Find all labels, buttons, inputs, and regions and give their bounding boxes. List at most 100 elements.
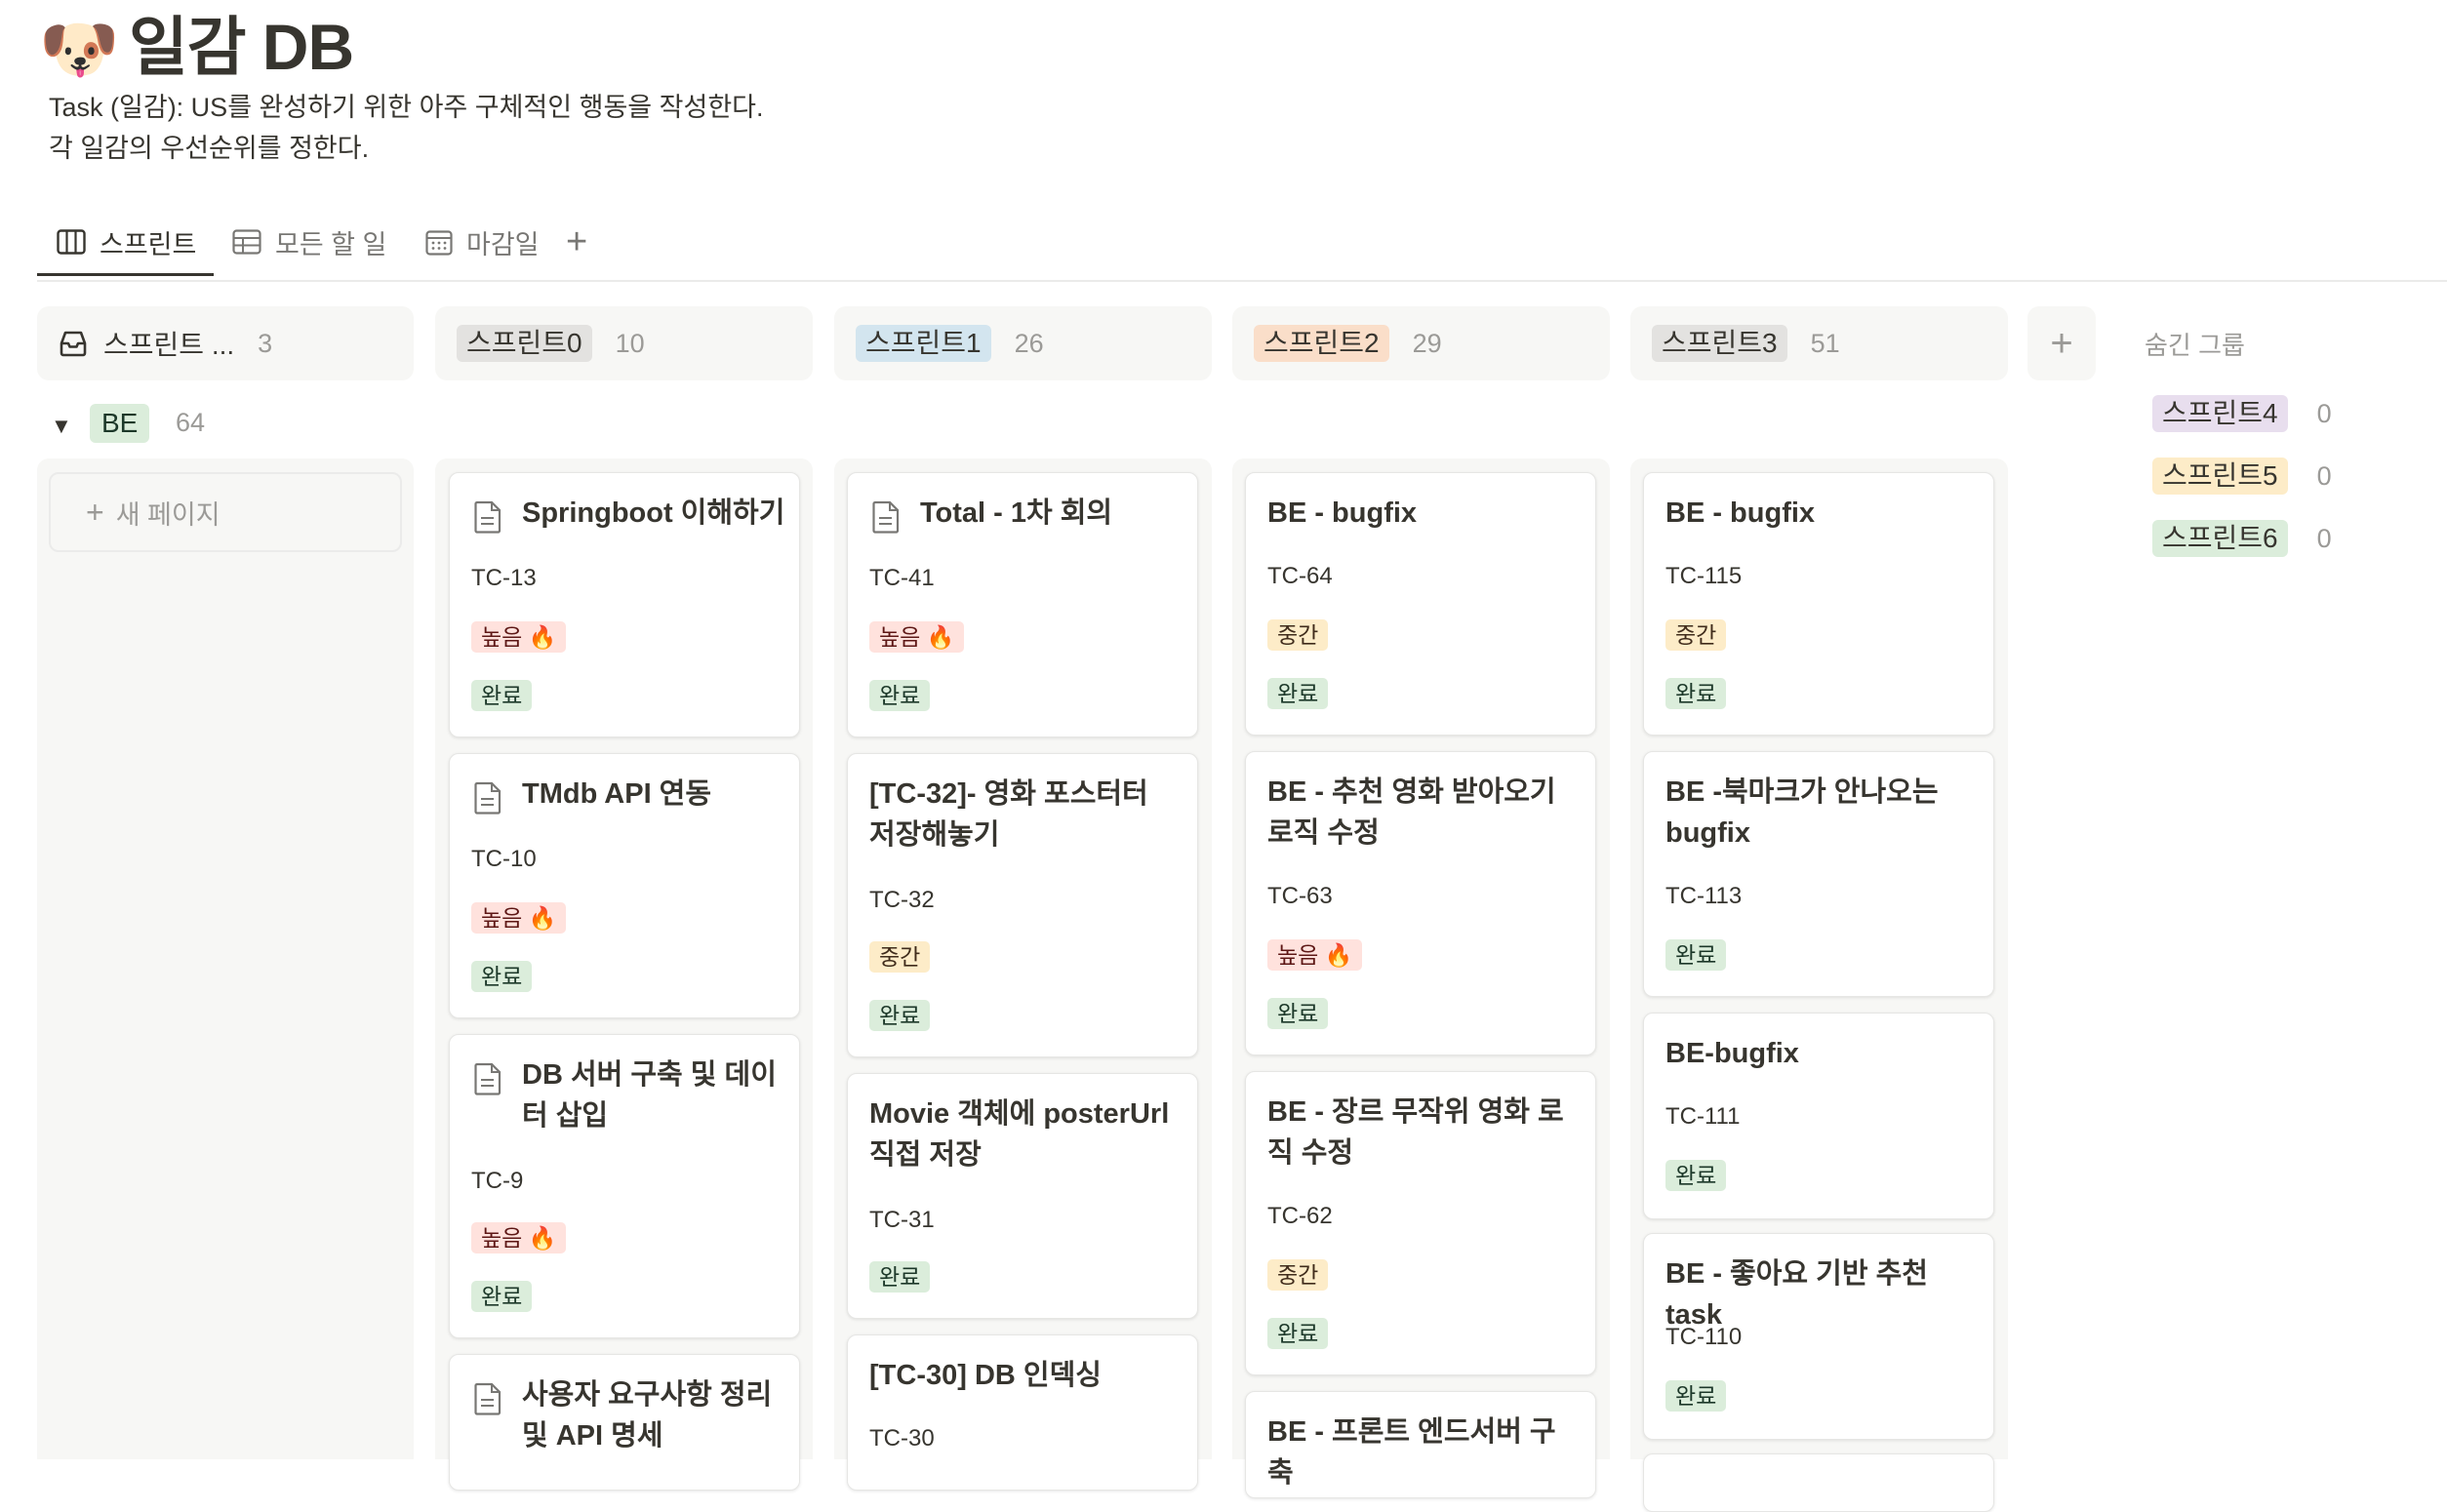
card-id: TC-31 [869,1207,935,1233]
table-icon [232,229,261,255]
column-label: 스프린트1 [856,325,991,362]
status-tag: 완료 [471,1281,533,1312]
priority-tag: 높음 🔥 [1267,939,1363,971]
priority-tag: 높음 🔥 [869,621,965,653]
status-tag: 완료 [869,1261,931,1293]
task-card[interactable]: 사용자 요구사항 정리 및 API 명세 [449,1354,800,1491]
add-group-button[interactable]: + [2027,306,2096,380]
task-card[interactable] [1643,1453,1994,1512]
hidden-group-sprint5[interactable]: 스프린트5 0 [2152,455,2332,497]
column-count: 26 [1014,328,1044,358]
card-id: TC-110 [1665,1324,1743,1350]
hidden-group-sprint4[interactable]: 스프린트4 0 [2152,392,2332,435]
card-id: TC-115 [1665,563,1743,589]
priority-tag: 중간 [1267,619,1329,651]
card-title: BE - 장르 무작위 영화 로직 수정 [1267,1096,1564,1169]
task-card[interactable]: BE - bugfix TC-64 중간 완료 [1245,472,1596,736]
hidden-group-label: 스프린트4 [2152,395,2288,432]
tab-sprint[interactable]: 스프린트 [57,220,196,263]
task-card[interactable]: BE -북마크가 안나오는 bugfix TC-113 완료 [1643,751,1994,997]
card-title: [TC-32]- 영화 포스터터 저장해놓기 [869,778,1148,851]
priority-tag: 높음 🔥 [471,1222,567,1253]
tab-all-tasks[interactable]: 모든 할 일 [232,220,386,263]
active-tab-indicator [37,273,214,276]
column-count: 29 [1412,328,1442,358]
hidden-group-sprint6[interactable]: 스프린트6 0 [2152,517,2332,560]
new-page-button[interactable]: + 새 페이지 [49,472,402,552]
inbox-icon [60,331,87,357]
column-count: 10 [615,328,645,358]
card-id: TC-63 [1267,883,1333,909]
board-icon [57,229,86,255]
card-id: TC-113 [1665,883,1743,909]
card-title: BE - bugfix [1665,497,1816,529]
task-card[interactable]: BE - 추천 영화 받아오기 로직 수정 TC-63 높음 🔥 완료 [1245,751,1596,1055]
page-title: 일감 DB [129,11,354,83]
card-id: TC-111 [1665,1103,1741,1130]
status-tag: 완료 [1665,1380,1727,1412]
priority-tag: 중간 [1665,619,1727,651]
tab-label: 마감일 [466,229,540,259]
column-header-no-sprint[interactable]: 스프린트 ... 3 [37,306,414,380]
task-card[interactable]: Total - 1차 회의 TC-41 높음 🔥 완료 [847,472,1198,737]
column-header-sprint3[interactable]: 스프린트3 51 [1630,306,2008,380]
card-title: BE - 추천 영화 받아오기 로직 수정 [1267,776,1556,849]
status-tag: 완료 [1665,1160,1727,1191]
column-label: 스프린트3 [1652,325,1787,362]
priority-tag: 높음 🔥 [471,902,567,934]
column-label: 스프린트2 [1254,325,1389,362]
page-icon[interactable]: 🐶 [39,14,119,84]
card-id: TC-13 [471,565,537,591]
tab-due-date[interactable]: 마감일 [425,220,540,263]
hidden-group-count: 0 [2316,398,2332,428]
status-tag: 완료 [869,1000,931,1031]
status-tag: 완료 [1665,939,1727,971]
group-count: 64 [176,408,206,437]
status-tag: 완료 [471,680,533,711]
card-id: TC-30 [869,1425,935,1452]
status-tag: 완료 [1267,678,1329,709]
task-card[interactable]: Movie 객체에 posterUrl 직접 저장 TC-31 완료 [847,1073,1198,1319]
priority-tag: 중간 [1267,1259,1329,1291]
task-card[interactable]: [TC-30] DB 인덱싱 TC-30 [847,1334,1198,1491]
page-icon [474,1062,501,1095]
task-card[interactable]: [TC-32]- 영화 포스터터 저장해놓기 TC-32 중간 완료 [847,753,1198,1057]
task-card[interactable]: Springboot 이해하기 TC-13 높음 🔥 완료 [449,472,800,737]
column-header-sprint0[interactable]: 스프린트0 10 [435,306,813,380]
plus-icon: + [86,494,104,530]
column-header-sprint2[interactable]: 스프린트2 29 [1232,306,1610,380]
card-title: BE -북마크가 안나오는 bugfix [1665,776,1939,849]
tabs-divider [37,280,2447,282]
card-title: BE-bugfix [1665,1038,1799,1069]
card-title: BE - 프론트 엔드서버 구축 [1267,1416,1556,1489]
card-title: Movie 객체에 posterUrl 직접 저장 [869,1098,1170,1171]
group-label: BE [90,404,150,443]
page-description-line-1: Task (일감): US를 완성하기 위한 아주 구체적인 행동을 작성한다. [49,93,764,122]
priority-tag: 중간 [869,941,931,973]
card-id: TC-10 [471,846,537,872]
tab-label: 스프린트 [100,229,197,259]
column-count: 51 [1810,328,1840,358]
page-icon [474,781,501,815]
column-count: 3 [258,328,273,358]
task-card[interactable]: DB 서버 구축 및 데이터 삽입 TC-9 높음 🔥 완료 [449,1034,800,1338]
task-card[interactable]: BE - 좋아요 기반 추천 task TC-110 완료 [1643,1233,1994,1440]
calendar-icon [425,230,453,256]
card-title: DB 서버 구축 및 데이터 삽입 [522,1059,777,1132]
card-title: 사용자 요구사항 정리 및 API 명세 [522,1379,773,1452]
task-card[interactable]: BE-bugfix TC-111 완료 [1643,1013,1994,1219]
card-id: TC-9 [471,1168,524,1194]
group-toggle-icon[interactable]: ▼ [51,414,72,439]
add-view-button[interactable]: + [566,220,587,263]
hidden-groups-title: 숨긴 그룹 [2145,331,2245,360]
column-header-sprint1[interactable]: 스프린트1 26 [834,306,1212,380]
task-card[interactable]: TMdb API 연동 TC-10 높음 🔥 완료 [449,753,800,1018]
task-card[interactable]: BE - 프론트 엔드서버 구축 [1245,1391,1596,1498]
card-id: TC-32 [869,887,935,913]
page-icon [474,1382,501,1415]
task-card[interactable]: BE - bugfix TC-115 중간 완료 [1643,472,1994,736]
card-title: TMdb API 연동 [522,778,712,810]
task-card[interactable]: BE - 장르 무작위 영화 로직 수정 TC-62 중간 완료 [1245,1071,1596,1375]
card-title: [TC-30] DB 인덱싱 [869,1360,1102,1391]
card-title: BE - bugfix [1267,497,1418,529]
